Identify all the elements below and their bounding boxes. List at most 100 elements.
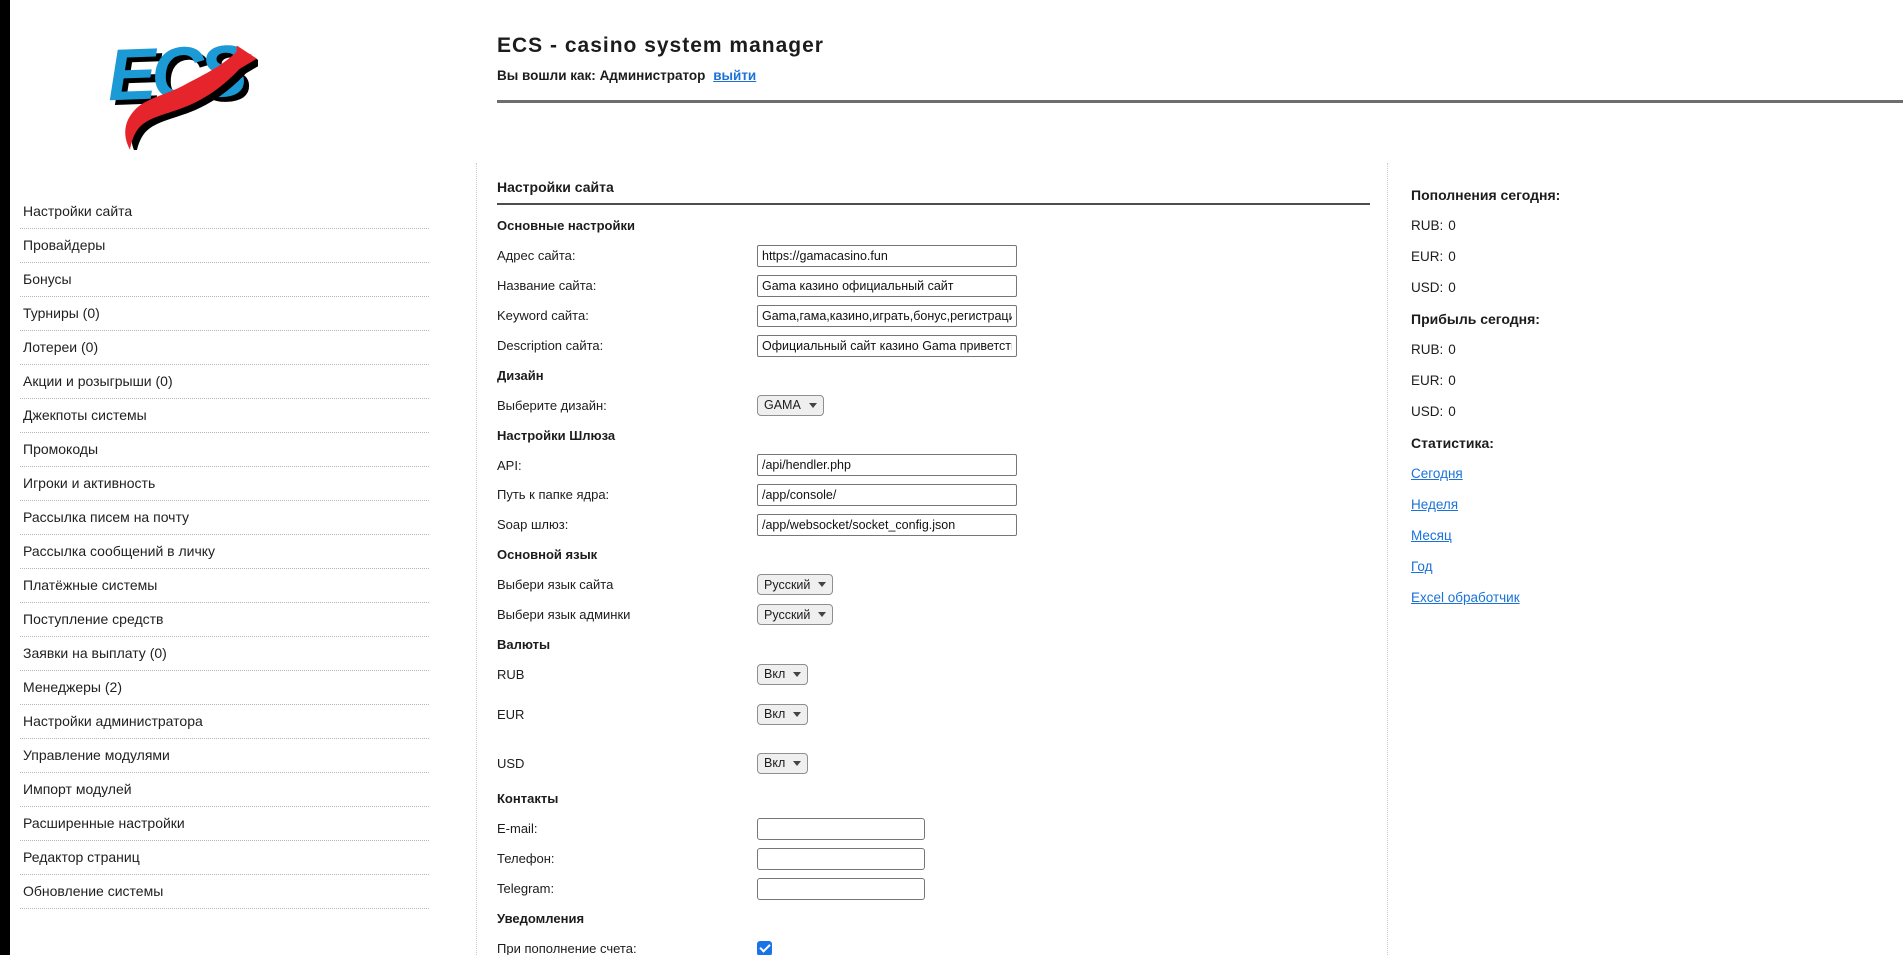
design-select-select[interactable]: GAMA: [757, 395, 824, 416]
rub-select[interactable]: Вкл: [757, 664, 808, 685]
ecs-logo: ECS ECS: [100, 22, 258, 150]
currency-value: 0: [1448, 373, 1456, 388]
sidebar-item-lotteries[interactable]: Лотереи (0): [20, 331, 429, 365]
field-label-admin-language: Выбери язык админки: [497, 607, 757, 622]
site-keywords-input[interactable]: [757, 305, 1017, 327]
form-row-admin-language: Выбери язык админкиРусский: [497, 600, 1370, 630]
form-row-api: API:: [497, 450, 1370, 480]
stats-link-row: Сегодня: [1411, 458, 1851, 489]
field-label-site-language: Выбери язык сайта: [497, 577, 757, 592]
field-label-telegram: Telegram:: [497, 881, 757, 896]
settings-form: Основные настройки Адрес сайта: Название с…: [497, 211, 1370, 955]
sidebar-item-providers[interactable]: Провайдеры: [20, 229, 429, 263]
field-label-email: E-mail:: [497, 821, 757, 836]
sidebar-item-players-activity[interactable]: Игроки и активность: [20, 467, 429, 501]
sidebar-item-payment-systems[interactable]: Платёжные системы: [20, 569, 429, 603]
currency-label: RUB:: [1411, 218, 1443, 233]
sidebar-menu: Настройки сайтаПровайдерыБонусыТурниры (…: [20, 195, 429, 909]
site-address-input[interactable]: [757, 245, 1017, 267]
currency-value: 0: [1448, 280, 1456, 295]
section-notifications: Уведомления: [497, 904, 1370, 934]
sidebar-item-promotions[interactable]: Акции и розыгрыши (0): [20, 365, 429, 399]
form-row-site-description: Description сайта:: [497, 331, 1370, 361]
chevron-down-icon: [793, 761, 801, 766]
sidebar-item-module-import[interactable]: Импорт модулей: [20, 773, 429, 807]
eur-select[interactable]: Вкл: [757, 704, 808, 725]
sidebar-item-pm-broadcast[interactable]: Рассылка сообщений в личку: [20, 535, 429, 569]
sidebar-item-promocodes[interactable]: Промокоды: [20, 433, 429, 467]
sidebar-item-managers[interactable]: Менеджеры (2): [20, 671, 429, 705]
section-design: Дизайн: [497, 360, 1370, 390]
email-input[interactable]: [757, 818, 925, 840]
section-title: Основные настройки: [497, 218, 635, 233]
login-status: Вы вошли как: Администратор выйти: [497, 68, 824, 83]
site-name-input[interactable]: [757, 275, 1017, 297]
form-row-eur: EUR Вкл: [497, 699, 1370, 729]
profit-row: USD:0: [1411, 396, 1851, 427]
field-label-eur: EUR: [497, 707, 757, 722]
sidebar-item-module-management[interactable]: Управление модулями: [20, 739, 429, 773]
selected-value: Русский: [764, 578, 810, 592]
soap-input[interactable]: [757, 514, 1017, 536]
selected-value: Вкл: [764, 707, 785, 721]
sidebar-item-payout-requests[interactable]: Заявки на выплату (0): [20, 637, 429, 671]
field-label-design-select: Выберите дизайн:: [497, 398, 757, 413]
check-icon: [759, 942, 770, 953]
form-row-soap: Soap шлюз:: [497, 510, 1370, 540]
telegram-input[interactable]: [757, 878, 925, 900]
sidebar-item-bonuses[interactable]: Бонусы: [20, 263, 429, 297]
section-title: Дизайн: [497, 368, 544, 383]
sidebar-item-incoming-funds[interactable]: Поступление средств: [20, 603, 429, 637]
title-divider: [497, 203, 1370, 205]
section-currencies: Валюты: [497, 629, 1370, 659]
phone-input[interactable]: [757, 848, 925, 870]
logout-link[interactable]: выйти: [713, 68, 756, 83]
form-row-telegram: Telegram:: [497, 874, 1370, 904]
stats-link-3[interactable]: Год: [1411, 559, 1433, 574]
stats-link-1[interactable]: Неделя: [1411, 497, 1458, 512]
field-label-site-name: Название сайта:: [497, 278, 757, 293]
core-path-input[interactable]: [757, 484, 1017, 506]
sidebar-item-page-editor[interactable]: Редактор страниц: [20, 841, 429, 875]
stats-link-2[interactable]: Месяц: [1411, 528, 1452, 543]
sidebar-item-tournaments[interactable]: Турниры (0): [20, 297, 429, 331]
usd-select[interactable]: Вкл: [757, 753, 808, 774]
stats-link-row: Год: [1411, 551, 1851, 582]
deposits-today-list: RUB:0EUR:0USD:0: [1411, 210, 1851, 303]
stats-panel: Пополнения сегодня: RUB:0EUR:0USD:0 Приб…: [1411, 179, 1851, 613]
sidebar-item-system-update[interactable]: Обновление системы: [20, 875, 429, 909]
field-label-deposit-notify: При пополнение счета:: [497, 941, 757, 955]
section-title: Уведомления: [497, 911, 584, 926]
currency-label: USD:: [1411, 280, 1443, 295]
form-row-design-select: Выберите дизайн:GAMA: [497, 390, 1370, 420]
section-title: Валюты: [497, 637, 550, 652]
sidebar-item-jackpots[interactable]: Джекпоты системы: [20, 399, 429, 433]
header-divider: [497, 100, 1903, 103]
field-label-site-description: Description сайта:: [497, 338, 757, 353]
section-title: Контакты: [497, 791, 558, 806]
form-row-deposit-notify: При пополнение счета:: [497, 933, 1370, 955]
field-label-site-keywords: Keyword сайта:: [497, 308, 757, 323]
stats-link-4[interactable]: Excel обработчик: [1411, 590, 1520, 605]
main-right-divider: [1387, 163, 1388, 955]
form-row-site-address: Адрес сайта:: [497, 241, 1370, 271]
deposit-notify-checkbox[interactable]: [757, 941, 772, 955]
sidebar-item-site-settings[interactable]: Настройки сайта: [20, 195, 429, 229]
chevron-down-icon: [793, 672, 801, 677]
sidebar-item-mail-broadcast[interactable]: Рассылка писем на почту: [20, 501, 429, 535]
page-title: Настройки сайта: [497, 179, 1370, 195]
api-input[interactable]: [757, 454, 1017, 476]
field-label-phone: Телефон:: [497, 851, 757, 866]
field-label-soap: Soap шлюз:: [497, 517, 757, 532]
currency-value: 0: [1448, 218, 1456, 233]
profit-row: EUR:0: [1411, 365, 1851, 396]
sidebar-item-advanced-settings[interactable]: Расширенные настройки: [20, 807, 429, 841]
sidebar-item-admin-settings[interactable]: Настройки администратора: [20, 705, 429, 739]
admin-language-select[interactable]: Русский: [757, 604, 833, 625]
site-description-input[interactable]: [757, 335, 1017, 357]
sidebar-main-divider: [476, 163, 477, 955]
profit-today-list: RUB:0EUR:0USD:0: [1411, 334, 1851, 427]
chevron-down-icon: [818, 582, 826, 587]
stats-link-0[interactable]: Сегодня: [1411, 466, 1463, 481]
site-language-select[interactable]: Русский: [757, 574, 833, 595]
